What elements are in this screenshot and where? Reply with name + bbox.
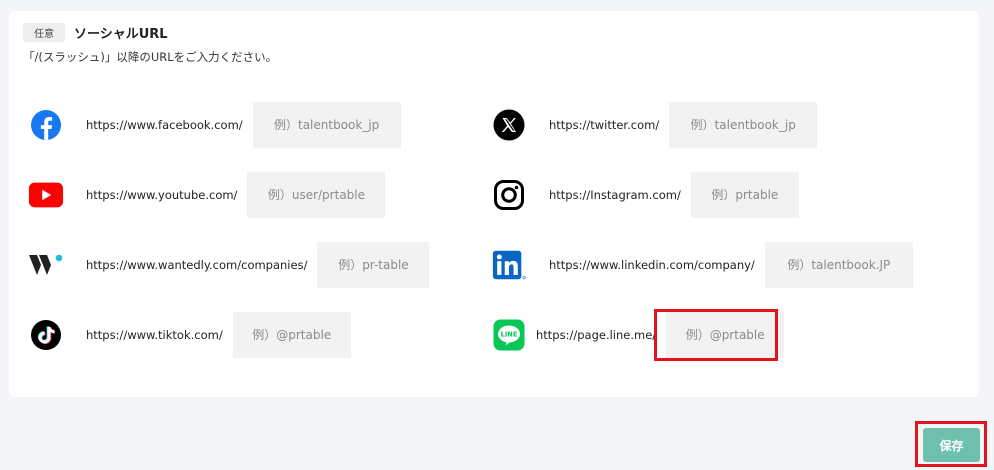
tiktok-input[interactable] — [232, 312, 351, 358]
youtube-icon — [28, 177, 64, 213]
linkedin-input[interactable] — [764, 242, 913, 288]
svg-text:LINE: LINE — [501, 331, 518, 339]
section-description: 「/(スラッシュ)」以降のURLをご入力ください。 — [23, 50, 278, 64]
wantedly-icon — [28, 247, 64, 283]
linkedin-url-prefix: https://www.linkedin.com/company/ — [549, 258, 755, 272]
tiktok-icon — [28, 317, 64, 353]
instagram-input[interactable] — [690, 172, 799, 218]
wantedly-input[interactable] — [317, 242, 430, 288]
wantedly-url-prefix: https://www.wantedly.com/companies/ — [86, 258, 308, 272]
section-title: ソーシャルURL — [74, 27, 168, 42]
instagram-icon — [491, 177, 527, 213]
instagram-url-prefix: https://Instagram.com/ — [549, 188, 681, 202]
twitter-input[interactable] — [669, 102, 818, 148]
youtube-url-prefix: https://www.youtube.com/ — [86, 188, 238, 202]
section-header: 任意 ソーシャルURL — [23, 23, 168, 42]
youtube-row: https://www.youtube.com/ — [28, 172, 386, 218]
tiktok-row: https://www.tiktok.com/ — [28, 312, 351, 358]
linkedin-row: https://www.linkedin.com/company/ — [491, 242, 913, 288]
line-icon: LINE — [491, 317, 527, 353]
linkedin-icon — [491, 247, 527, 283]
twitter-url-prefix: https://twitter.com/ — [549, 118, 660, 132]
facebook-row: https://www.facebook.com/ — [28, 102, 401, 148]
line-input[interactable] — [666, 312, 785, 358]
optional-badge: 任意 — [23, 23, 65, 42]
facebook-input[interactable] — [252, 102, 401, 148]
facebook-url-prefix: https://www.facebook.com/ — [86, 118, 243, 132]
facebook-icon — [28, 107, 64, 143]
twitter-row: https://twitter.com/ — [491, 102, 818, 148]
line-row: LINE https://page.line.me/ — [491, 312, 785, 358]
tiktok-url-prefix: https://www.tiktok.com/ — [86, 328, 223, 342]
instagram-row: https://Instagram.com/ — [491, 172, 799, 218]
youtube-input[interactable] — [247, 172, 386, 218]
line-url-prefix: https://page.line.me/ — [536, 328, 657, 342]
wantedly-row: https://www.wantedly.com/companies/ — [28, 242, 430, 288]
save-button[interactable]: 保存 — [923, 428, 980, 462]
x-icon — [491, 107, 527, 143]
